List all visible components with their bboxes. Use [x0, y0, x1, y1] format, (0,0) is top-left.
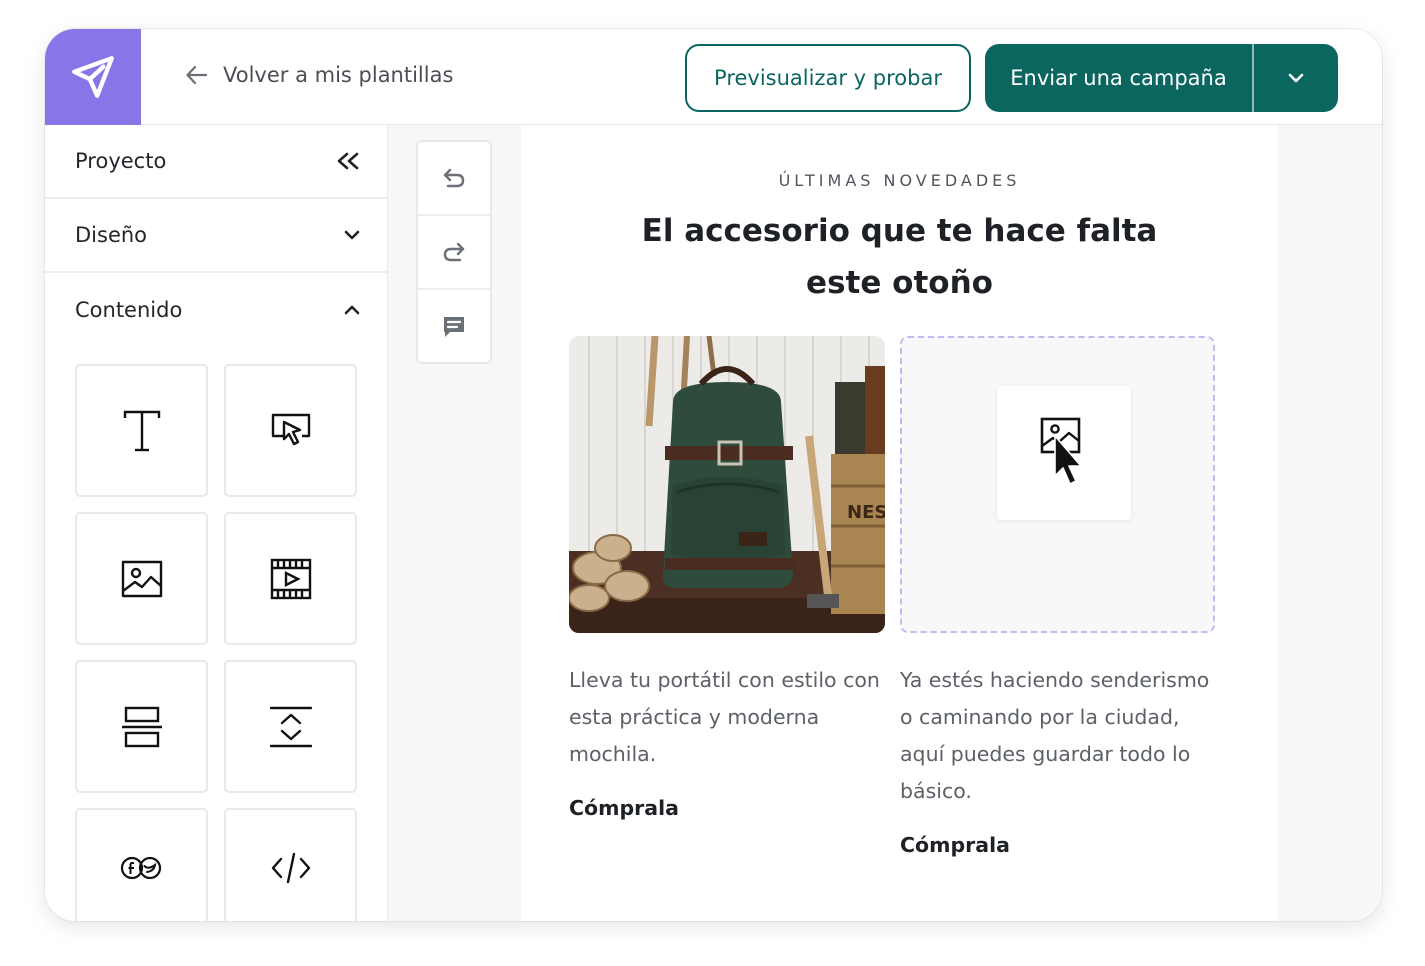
top-bar: Volver a mis plantillas Previsualizar y … — [45, 29, 1382, 125]
send-campaign-button[interactable]: Enviar una campaña — [985, 44, 1254, 112]
sidebar-section-label: Proyecto — [75, 149, 167, 173]
backpack-product-image[interactable]: NES — [569, 336, 885, 633]
text-block-icon — [123, 410, 160, 451]
image-drop-placeholder[interactable] — [900, 336, 1215, 633]
social-block-tile[interactable] — [75, 808, 208, 921]
collapse-double-chevron-icon[interactable] — [335, 152, 361, 170]
button-block-icon — [271, 413, 310, 445]
social-block-icon — [120, 856, 161, 880]
spacer-block-tile[interactable] — [224, 660, 357, 793]
divider-block-icon — [121, 706, 162, 747]
backpack-photo-illustration: NES — [569, 336, 885, 633]
column-2-cta-link[interactable]: Cómprala — [900, 833, 1010, 857]
html-block-tile[interactable] — [224, 808, 357, 921]
editor-window: Volver a mis plantillas Previsualizar y … — [45, 29, 1382, 921]
arrow-left-icon — [186, 65, 208, 85]
comment-icon — [444, 317, 464, 337]
divider-block-tile[interactable] — [75, 660, 208, 793]
email-headline[interactable]: El accesorio que te hace falta este otoñ… — [601, 205, 1198, 309]
video-block-tile[interactable] — [224, 512, 357, 645]
image-block-icon — [121, 560, 162, 597]
column-1-cta-link[interactable]: Cómprala — [569, 796, 679, 820]
sidebar-section-proyecto[interactable]: Proyecto — [45, 125, 387, 199]
back-link-label: Volver a mis plantillas — [223, 63, 454, 87]
undo-button[interactable] — [418, 142, 490, 216]
send-campaign-split-button: Enviar una campaña — [985, 44, 1338, 112]
crate-stencil: NES — [847, 502, 885, 523]
redo-button[interactable] — [418, 216, 490, 290]
sidebar-section-diseno[interactable]: Diseño — [45, 199, 387, 273]
send-options-dropdown[interactable] — [1254, 44, 1338, 112]
image-drop-target[interactable] — [997, 386, 1131, 520]
image-block-tile[interactable] — [75, 512, 208, 645]
redo-icon — [443, 242, 465, 262]
button-block-tile[interactable] — [224, 364, 357, 497]
column-1-text[interactable]: Lleva tu portátil con estilo con esta pr… — [569, 662, 889, 773]
paper-plane-icon — [72, 56, 114, 98]
text-block-tile[interactable] — [75, 364, 208, 497]
sidebar-section-label: Contenido — [75, 298, 183, 322]
chevron-down-icon — [1288, 73, 1304, 83]
sidebar-section-label: Diseño — [75, 223, 148, 247]
html-code-icon — [271, 852, 310, 884]
sidebar-section-contenido[interactable]: Contenido — [45, 273, 387, 347]
comments-button[interactable] — [418, 290, 490, 364]
video-block-icon — [270, 558, 311, 599]
app-logo[interactable] — [45, 29, 141, 125]
column-2-text[interactable]: Ya estés haciendo senderismo o caminando… — [900, 662, 1222, 810]
spacer-block-icon — [269, 706, 312, 747]
left-sidebar: Proyecto Diseño Contenido — [45, 125, 388, 921]
email-eyebrow: ÚLTIMAS NOVEDADES — [778, 171, 1021, 190]
undo-icon — [443, 168, 465, 188]
preview-and-test-button[interactable]: Previsualizar y probar — [685, 44, 971, 112]
editor-tools-column — [416, 140, 492, 364]
email-preview: ÚLTIMAS NOVEDADES El accesorio que te ha… — [521, 125, 1278, 921]
image-cursor-icon — [1040, 417, 1082, 485]
chevron-down-icon — [344, 230, 360, 240]
chevron-up-icon — [344, 305, 360, 315]
back-to-templates-link[interactable]: Volver a mis plantillas — [185, 63, 453, 87]
